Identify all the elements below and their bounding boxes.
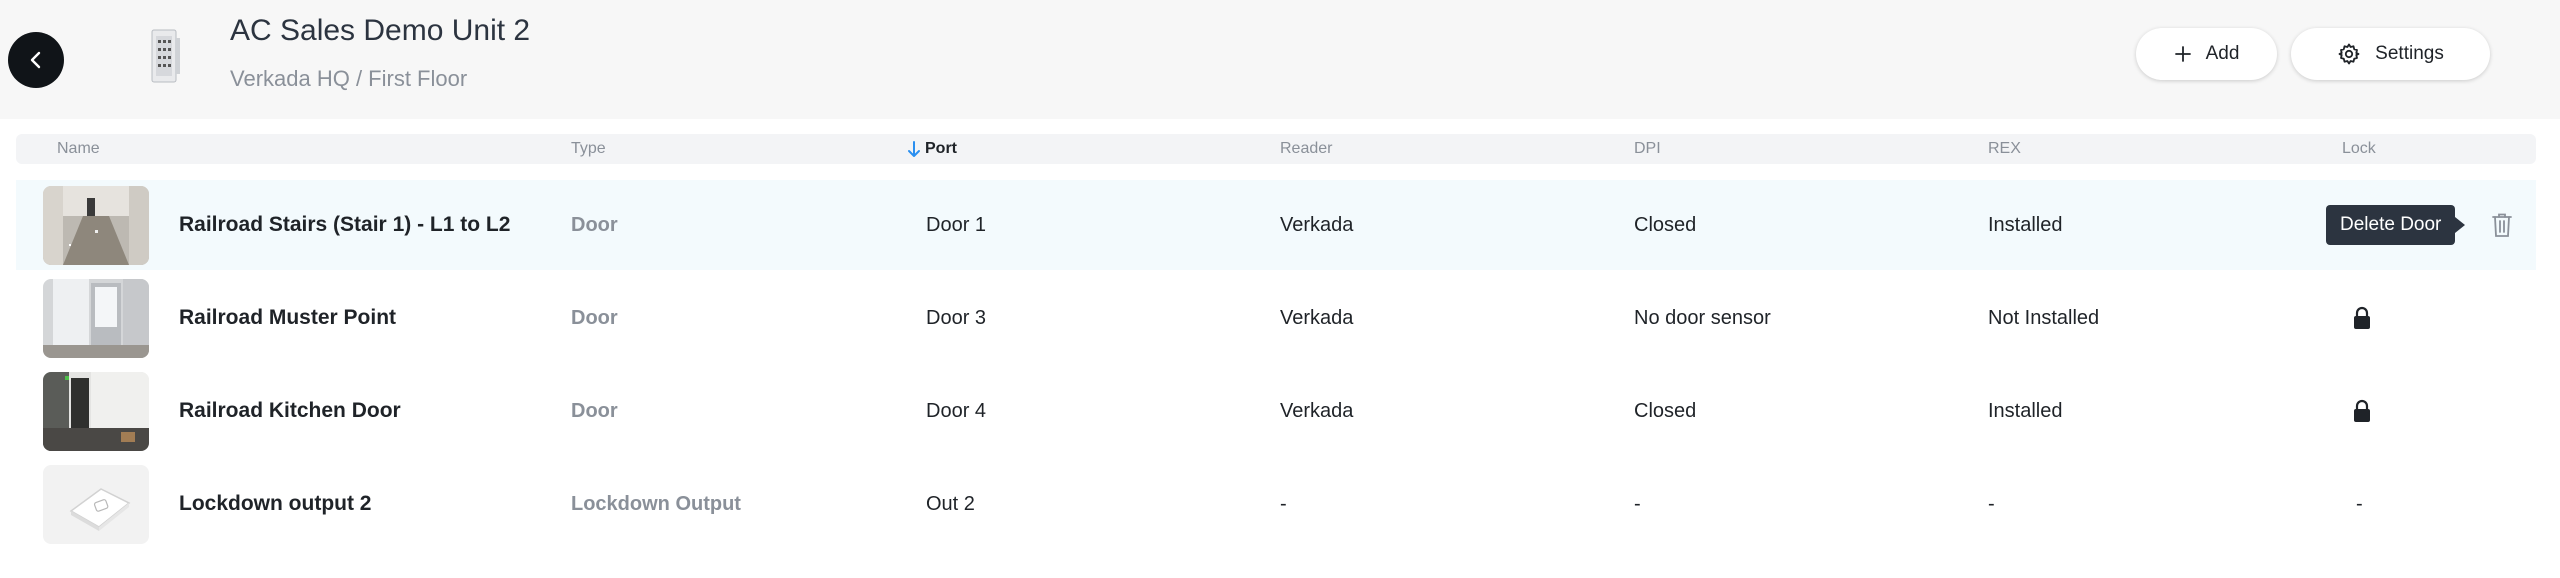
- column-header-reader[interactable]: Reader: [1280, 134, 1332, 164]
- row-port: Door 1: [926, 214, 987, 236]
- door-thumbnail: [43, 279, 149, 358]
- row-dpi: No door sensor: [1634, 307, 1771, 329]
- row-type: Door: [571, 214, 618, 236]
- row-type: Door: [571, 400, 618, 422]
- row-name[interactable]: Railroad Kitchen Door: [179, 366, 401, 456]
- gear-icon: [2338, 43, 2360, 65]
- settings-button-label: Settings: [2375, 43, 2444, 64]
- device-image: [151, 29, 180, 83]
- row-name[interactable]: Railroad Muster Point: [179, 273, 396, 363]
- row-port: Door 3: [926, 307, 987, 329]
- row-port: Door 4: [926, 400, 987, 422]
- column-header-dpi[interactable]: DPI: [1634, 134, 1661, 164]
- row-name[interactable]: Railroad Stairs (Stair 1) - L1 to L2: [179, 180, 510, 270]
- column-header-port[interactable]: Port: [925, 134, 957, 164]
- delete-door-tooltip: Delete Door: [2326, 205, 2466, 245]
- row-rex: Installed: [1988, 214, 2063, 236]
- door-thumbnail: [43, 372, 149, 451]
- column-header-lock[interactable]: Lock: [2342, 134, 2376, 164]
- plus-icon: [2174, 46, 2191, 62]
- row-lock: -: [2356, 493, 2363, 515]
- row-rex: Not Installed: [1988, 307, 2100, 329]
- table-row[interactable]: Railroad Muster Point Door Door 3 Verkad…: [16, 273, 2536, 363]
- column-header-rex[interactable]: REX: [1988, 134, 2021, 164]
- row-rex: -: [1988, 493, 1995, 515]
- settings-button[interactable]: Settings: [2291, 28, 2490, 80]
- page-header: AC Sales Demo Unit 2 Verkada HQ / First …: [0, 0, 2560, 119]
- row-type: Lockdown Output: [571, 493, 741, 515]
- breadcrumb[interactable]: Verkada HQ / First Floor: [230, 66, 467, 92]
- lock-icon: [2354, 399, 2370, 422]
- row-reader: Verkada: [1280, 307, 1354, 329]
- add-button[interactable]: Add: [2136, 28, 2277, 80]
- row-rex: Installed: [1988, 400, 2063, 422]
- row-type: Door: [571, 307, 618, 329]
- page-title: AC Sales Demo Unit 2: [230, 14, 531, 47]
- row-name[interactable]: Lockdown output 2: [179, 459, 371, 549]
- chevron-left-icon: [30, 51, 41, 69]
- row-dpi: Closed: [1634, 214, 1697, 236]
- sort-descending-icon: [908, 141, 920, 157]
- table-row[interactable]: Lockdown output 2 Lockdown Output Out 2 …: [16, 459, 2536, 549]
- door-thumbnail: [43, 186, 149, 265]
- column-header-type[interactable]: Type: [571, 134, 606, 164]
- column-header-name[interactable]: Name: [57, 134, 100, 164]
- table-row[interactable]: Railroad Stairs (Stair 1) - L1 to L2 Doo…: [16, 180, 2536, 270]
- lockdown-output-thumbnail: [43, 465, 149, 544]
- row-dpi: Closed: [1634, 400, 1697, 422]
- back-button[interactable]: [8, 32, 64, 88]
- row-dpi: -: [1634, 493, 1641, 515]
- table-header: Name Type Port Reader DPI REX Lock: [16, 134, 2536, 164]
- table-row[interactable]: Railroad Kitchen Door Door Door 4 Verkad…: [16, 366, 2536, 456]
- row-reader: Verkada: [1280, 400, 1354, 422]
- row-reader: Verkada: [1280, 214, 1354, 236]
- row-reader: -: [1280, 493, 1287, 515]
- row-port: Out 2: [926, 493, 975, 515]
- lock-icon: [2354, 306, 2370, 329]
- add-button-label: Add: [2205, 43, 2240, 64]
- trash-icon[interactable]: [2490, 212, 2514, 238]
